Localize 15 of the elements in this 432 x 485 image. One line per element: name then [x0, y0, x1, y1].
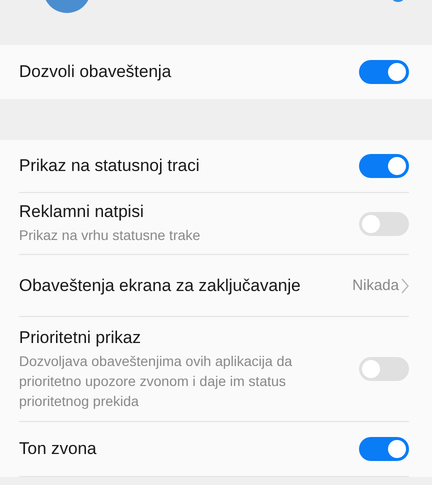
setting-description: Prikaz na vrhu statusne trake — [19, 226, 200, 245]
setting-label: Prioritetni prikaz — [19, 328, 142, 348]
toggle-switch[interactable] — [359, 212, 409, 236]
toggle-switch[interactable] — [359, 437, 409, 461]
setting-label: Dozvoli obaveštenja — [19, 62, 172, 82]
setting-label: Reklamni natpisi — [19, 202, 145, 222]
setting-label: Prikaz na statusnoj traci — [19, 156, 200, 176]
toggle-switch[interactable] — [359, 154, 409, 178]
setting-label: Obaveštenja ekrana za zaključavanje — [19, 276, 301, 296]
setting-label: Ton zvona — [19, 439, 96, 459]
toggle-switch[interactable] — [359, 60, 409, 84]
chevron-icon — [401, 278, 409, 294]
setting-value[interactable]: Nikada — [352, 277, 399, 294]
setting-description: Dozvoljava obaveštenjima ovih aplikacija da prioritetno upozore zvonom i daje im status prioritetnog prekida — [19, 352, 294, 410]
toggle-switch[interactable] — [359, 357, 409, 381]
